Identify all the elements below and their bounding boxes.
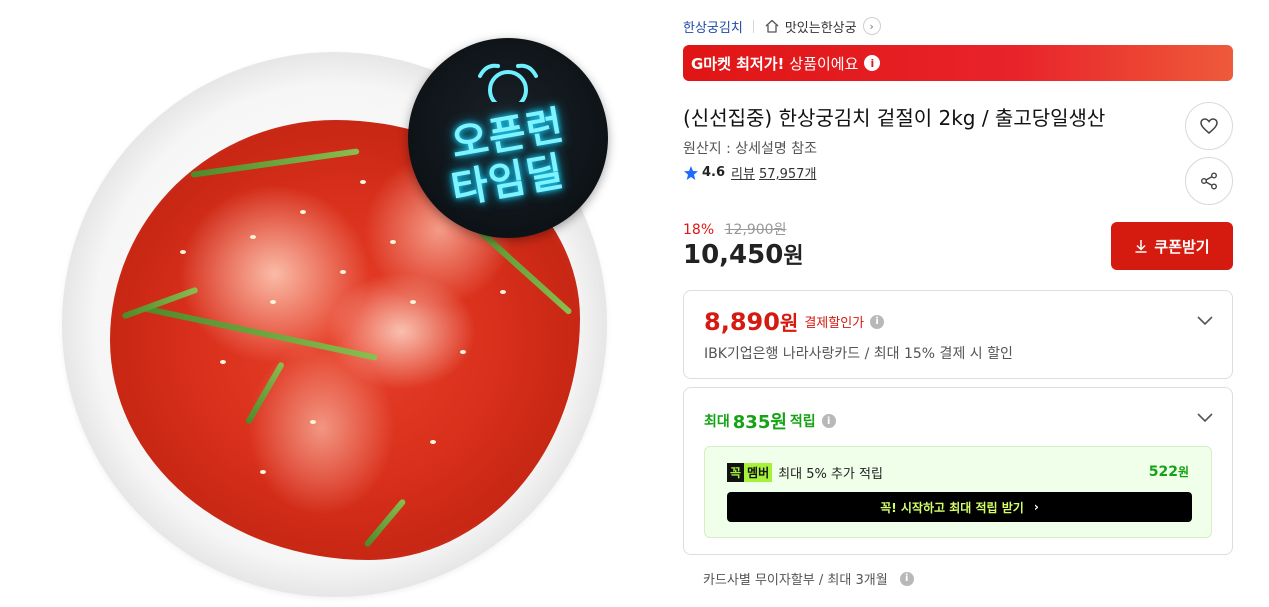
share-button[interactable]: [1185, 157, 1233, 205]
info-icon[interactable]: i: [864, 55, 881, 71]
points-suffix: 적립: [789, 414, 816, 430]
payment-discount-label: 결제할인가: [804, 316, 865, 331]
points-row: 최대 835원 적립 i: [704, 408, 836, 434]
sesame-seed: [410, 300, 416, 304]
member-signup-label: 꼭! 시작하고 최대 적립 받기: [880, 500, 1024, 515]
info-icon[interactable]: i: [870, 314, 885, 329]
sale-price-value: 10,450: [683, 240, 784, 270]
shop-link[interactable]: 맛있는한상궁: [785, 17, 857, 36]
original-price: 12,900원: [724, 222, 787, 238]
rating-row: 4.6 리뷰 57,957개: [683, 163, 816, 182]
discount-rate: 18%: [683, 222, 715, 238]
sesame-seed: [390, 240, 396, 244]
sesame-seed: [500, 290, 506, 294]
member-benefit-text: 최대 5% 추가 적립: [778, 467, 883, 482]
sesame-seed: [180, 250, 186, 254]
discount-row: 18% 12,900원: [683, 219, 786, 239]
time-deal-badge: 오픈런 타임딜: [408, 38, 608, 238]
chevron-down-icon[interactable]: [1196, 412, 1214, 424]
payment-price-unit: 원: [779, 311, 799, 335]
brand-link[interactable]: 한상궁김치: [683, 17, 743, 36]
member-benefit-panel: 꼭 멤버 최대 5% 추가 적립 522원 꼭! 시작하고 최대 적립 받기 ›: [704, 446, 1212, 538]
coupon-download-button[interactable]: 쿠폰받기: [1111, 222, 1233, 270]
info-icon[interactable]: i: [821, 414, 836, 428]
home-icon: [765, 19, 779, 33]
sesame-seed: [300, 210, 306, 214]
sesame-seed: [460, 350, 466, 354]
sesame-seed: [360, 180, 366, 184]
member-points-value: 522: [1148, 464, 1178, 480]
sesame-seed: [340, 270, 346, 274]
breadcrumb-divider: [752, 19, 754, 33]
member-points-unit: 원: [1177, 465, 1189, 479]
rating-value: 4.6: [702, 165, 726, 180]
product-title: (신선집중) 한상궁김치 겉절이 2kg / 출고당일생산: [683, 106, 1106, 130]
origin-info: 원산지 : 상세설명 참조: [683, 141, 817, 157]
installment-text: 카드사별 무이자할부 / 최대 3개월: [703, 573, 888, 588]
sale-price: 10,450원: [683, 238, 804, 270]
product-info-panel: 한상궁김치 맛있는한상궁 › G마켓 최저가! 상품이에요 i (신선집중) 한…: [683, 0, 1233, 607]
heart-icon: [1200, 118, 1218, 134]
chevron-down-icon[interactable]: [1196, 315, 1214, 327]
review-count: 57,957개: [758, 167, 817, 182]
sesame-seed: [250, 235, 256, 239]
points-prefix: 최대: [704, 414, 730, 430]
sesame-seed: [220, 360, 226, 364]
review-link[interactable]: 리뷰 57,957개: [731, 163, 816, 182]
payment-price: 8,890: [704, 307, 780, 336]
breadcrumb: 한상궁김치 맛있는한상궁 ›: [683, 14, 881, 38]
sesame-seed: [270, 300, 276, 304]
member-badge: 꼭 멤버: [727, 463, 773, 482]
member-signup-button[interactable]: 꼭! 시작하고 최대 적립 받기 ›: [727, 492, 1192, 522]
like-button[interactable]: [1185, 102, 1233, 150]
download-icon: [1135, 240, 1147, 253]
chevron-right-icon[interactable]: ›: [862, 17, 881, 35]
lowest-price-banner: G마켓 최저가! 상품이에요 i: [683, 45, 1233, 81]
sale-price-unit: 원: [783, 244, 804, 269]
points-amount: 835원: [732, 412, 787, 433]
member-benefit-row: 꼭 멤버 최대 5% 추가 적립: [727, 463, 883, 482]
share-icon: [1201, 172, 1217, 190]
promo-text: 상품이에요: [789, 54, 859, 73]
points-box[interactable]: 최대 835원 적립 i 꼭 멤버 최대 5% 추가 적립 522원 꼭! 시작하…: [683, 387, 1233, 555]
alarm-clock-icon: [478, 63, 538, 102]
promo-highlight: G마켓 최저가!: [691, 54, 785, 73]
product-image[interactable]: 오픈런 타임딜: [0, 0, 660, 607]
payment-price-row: 8,890 원 결제할인가 i: [704, 307, 885, 336]
info-icon[interactable]: i: [899, 571, 914, 586]
chevron-right-icon: ›: [1033, 500, 1039, 514]
sesame-seed: [430, 440, 436, 444]
installment-info: 카드사별 무이자할부 / 최대 3개월 i: [703, 569, 914, 588]
coupon-button-label: 쿠폰받기: [1154, 237, 1210, 256]
sesame-seed: [260, 470, 266, 474]
review-label: 리뷰: [731, 167, 755, 182]
member-badge-right: 멤버: [744, 463, 773, 482]
sesame-seed: [310, 420, 316, 424]
payment-discount-description: IBK기업은행 나라사랑카드 / 최대 15% 결제 시 할인: [704, 346, 1013, 362]
member-points-amount: 522원: [1149, 463, 1189, 480]
member-badge-left: 꼭: [727, 463, 745, 482]
payment-discount-box[interactable]: 8,890 원 결제할인가 i IBK기업은행 나라사랑카드 / 최대 15% …: [683, 290, 1233, 379]
star-icon: [684, 165, 698, 180]
